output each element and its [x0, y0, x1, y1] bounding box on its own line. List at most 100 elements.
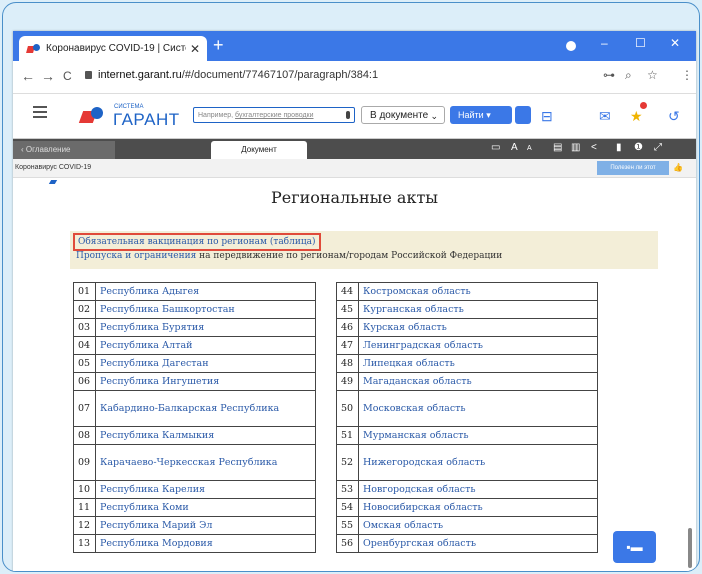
address-bar-row: ← → C internet.garant.ru/#/document/7746…: [13, 61, 696, 94]
bookmark-pin-icon[interactable]: [48, 180, 58, 184]
new-tab-button[interactable]: +: [213, 35, 224, 56]
region-link[interactable]: Карачаево-Черкесская Республика: [95, 444, 316, 481]
chevron-down-icon: ⌄: [430, 111, 438, 121]
region-code: 13: [73, 534, 96, 553]
print-preview-icon[interactable]: ▭: [491, 142, 500, 153]
bookmark-icon[interactable]: ▮: [616, 142, 622, 153]
search-options-button[interactable]: [515, 106, 531, 124]
table-row: 10 Республика Карелия: [73, 480, 316, 499]
region-link[interactable]: Республика Ингушетия: [95, 372, 316, 391]
region-link[interactable]: Новгородская область: [358, 480, 598, 499]
vaccination-table-link[interactable]: Обязательная вакцинация по регионам (таб…: [78, 237, 316, 247]
tab-close-icon[interactable]: ✕: [190, 42, 200, 56]
url-path: /#/document/77467107/paragraph/384:1: [181, 69, 379, 81]
tab-document[interactable]: Документ: [211, 141, 307, 159]
feedback-button[interactable]: Полезен ли этот документ?: [597, 161, 669, 185]
table-row: 02 Республика Башкортостан: [73, 300, 316, 319]
tab-toc[interactable]: ‹ Оглавление: [13, 141, 115, 159]
share-icon[interactable]: <: [591, 142, 597, 153]
region-link[interactable]: Омская область: [358, 516, 598, 535]
region-code: 46: [336, 318, 359, 337]
thumbs-up-icon[interactable]: 👍: [673, 159, 683, 177]
region-code: 49: [336, 372, 359, 391]
expand-icon[interactable]: ⤢: [654, 142, 662, 153]
url-field[interactable]: internet.garant.ru/#/document/77467107/p…: [85, 69, 378, 81]
breadcrumb-item[interactable]: Коронавирус COVID-19: [15, 159, 91, 177]
find-button[interactable]: Найти ▾: [450, 106, 512, 124]
region-link[interactable]: Липецкая область: [358, 354, 598, 373]
region-link[interactable]: Республика Калмыкия: [95, 426, 316, 445]
browser-window: Коронавирус COVID-19 | Систе ✕ + – ☐ ✕ ←…: [13, 31, 696, 571]
region-code: 02: [73, 300, 96, 319]
regions-table-right: 44 Костромская область 45 Курганская област…: [336, 282, 598, 553]
favorites-star-icon[interactable]: ★: [630, 108, 643, 125]
region-link[interactable]: Магаданская область: [358, 372, 598, 391]
region-link[interactable]: Курганская область: [358, 300, 598, 319]
garant-logo-icon[interactable]: [78, 107, 107, 125]
browser-tab[interactable]: Коронавирус COVID-19 | Систе ✕: [19, 36, 207, 61]
font-size-increase-button[interactable]: A: [511, 142, 518, 153]
font-size-decrease-button[interactable]: A: [527, 145, 532, 152]
table-row: 08 Республика Калмыкия: [73, 426, 316, 445]
save-icon[interactable]: ▤: [553, 142, 562, 153]
region-link[interactable]: Костромская область: [358, 282, 598, 301]
mail-icon[interactable]: ✉: [599, 108, 611, 125]
notice-line: Пропуска и ограничения на передвижение п…: [76, 251, 502, 261]
region-code: 54: [336, 498, 359, 517]
table-row: 09 Карачаево-Черкесская Республика: [73, 444, 316, 481]
region-link[interactable]: Ленинградская область: [358, 336, 598, 355]
regions-table-left: 01 Республика Адыгея 02 Республика Башкорто…: [73, 282, 316, 553]
info-icon[interactable]: ❶: [634, 142, 643, 153]
search-input[interactable]: Например, бухгалтерские проводки: [193, 107, 355, 123]
region-link[interactable]: Республика Мордовия: [95, 534, 316, 553]
region-link[interactable]: Республика Марий Эл: [95, 516, 316, 535]
reload-icon[interactable]: C: [63, 69, 72, 83]
region-link[interactable]: Республика Бурятия: [95, 318, 316, 337]
microphone-icon[interactable]: [346, 111, 350, 119]
history-icon[interactable]: ↺: [668, 108, 680, 125]
region-link[interactable]: Курская область: [358, 318, 598, 337]
zoom-icon[interactable]: ⌕: [625, 68, 632, 83]
region-code: 47: [336, 336, 359, 355]
region-link[interactable]: Республика Адыгея: [95, 282, 316, 301]
browser-menu-icon[interactable]: ⋮: [681, 68, 693, 82]
region-link[interactable]: Республика Карелия: [95, 480, 316, 499]
table-row: 11 Республика Коми: [73, 498, 316, 517]
scrollbar[interactable]: [688, 528, 692, 568]
region-link[interactable]: Республика Дагестан: [95, 354, 316, 373]
table-row: 51 Мурманская область: [336, 426, 598, 445]
window-maximize-button[interactable]: ☐: [635, 36, 646, 50]
window-minimize-button[interactable]: –: [601, 36, 608, 50]
table-row: 56 Оренбургская область: [336, 534, 598, 553]
region-link[interactable]: Республика Алтай: [95, 336, 316, 355]
key-icon[interactable]: ⊶: [603, 68, 615, 82]
search-placeholder: Например,: [198, 112, 236, 119]
bookmark-star-icon[interactable]: ☆: [647, 68, 658, 82]
region-link[interactable]: Новосибирская область: [358, 498, 598, 517]
region-link[interactable]: Мурманская область: [358, 426, 598, 445]
hamburger-menu-icon[interactable]: [33, 106, 47, 108]
logo-text[interactable]: ГАРАНТ: [113, 110, 180, 130]
region-link[interactable]: Нижегородская область: [358, 444, 598, 481]
table-row: 45 Курганская область: [336, 300, 598, 319]
table-row: 49 Магаданская область: [336, 372, 598, 391]
chat-button[interactable]: ▪▬: [613, 531, 656, 563]
region-code: 06: [73, 372, 96, 391]
table-row: 04 Республика Алтай: [73, 336, 316, 355]
profile-icon[interactable]: [566, 41, 576, 51]
region-code: 03: [73, 318, 96, 337]
region-link[interactable]: Республика Коми: [95, 498, 316, 517]
passes-link[interactable]: Пропуска и ограничения: [76, 251, 196, 261]
region-link[interactable]: Московская область: [358, 390, 598, 427]
search-scope-select[interactable]: В документе ⌄: [361, 106, 445, 124]
window-close-button[interactable]: ✕: [670, 36, 680, 50]
region-code: 04: [73, 336, 96, 355]
region-link[interactable]: Республика Башкортостан: [95, 300, 316, 319]
list-search-icon[interactable]: ⊟: [541, 108, 553, 125]
region-link[interactable]: Кабардино-Балкарская Республика: [95, 390, 316, 427]
print-icon[interactable]: ▥: [571, 142, 580, 153]
back-arrow-icon[interactable]: ←: [21, 68, 35, 84]
table-row: 05 Республика Дагестан: [73, 354, 316, 373]
forward-arrow-icon[interactable]: →: [41, 68, 55, 84]
region-link[interactable]: Оренбургская область: [358, 534, 598, 553]
